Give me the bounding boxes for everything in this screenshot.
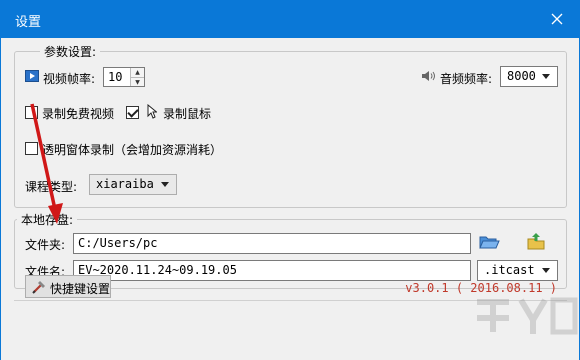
fps-spinner-buttons[interactable]: ▲ ▼ (130, 68, 144, 86)
extension-value: .itcast (484, 263, 535, 277)
folder-input[interactable]: C:/Users/pc (73, 233, 471, 254)
filename-input[interactable]: EV~2020.11.24~09.19.05 (73, 260, 471, 281)
audio-label: 音频频率: (440, 72, 493, 86)
folder-label: 文件夹: (25, 238, 66, 252)
watermark-logo (477, 297, 578, 335)
course-type-value: xiaraiba (96, 177, 154, 191)
speaker-icon (422, 71, 435, 81)
record-free-video-checkbox[interactable] (25, 106, 38, 119)
course-type-label: 课程类型: (25, 180, 78, 194)
params-group-title: 参数设置: (40, 43, 101, 60)
record-mouse-label[interactable]: 录制鼠标 (163, 105, 211, 122)
shortcut-settings-button[interactable]: 快捷键设置 (25, 275, 111, 298)
folder-up-icon (527, 233, 545, 250)
cursor-icon (147, 104, 157, 119)
fps-down-button[interactable]: ▼ (131, 77, 144, 86)
browse-folder-button[interactable] (478, 232, 502, 254)
tools-icon (32, 281, 45, 294)
window-title: 设置 (15, 15, 42, 30)
fps-value: 10 (108, 70, 123, 84)
record-free-video-label[interactable]: 录制免费视频 (42, 105, 114, 122)
fps-label: 视频帧率: (43, 72, 96, 86)
course-type-select[interactable]: xiaraiba (89, 174, 177, 195)
audio-value: 8000 (507, 69, 536, 83)
extension-select[interactable]: .itcast (477, 260, 558, 281)
chevron-down-icon (542, 268, 550, 273)
record-mouse-checkbox[interactable] (126, 106, 139, 119)
chevron-down-icon (161, 182, 169, 187)
video-icon (25, 70, 39, 82)
fps-spinner[interactable]: 10 ▲ ▼ (103, 67, 145, 87)
close-icon (551, 13, 563, 25)
shortcut-settings-label: 快捷键设置 (50, 282, 111, 296)
storage-group-title: 本地存盘: (17, 211, 78, 228)
fps-up-button[interactable]: ▲ (131, 68, 144, 77)
close-button[interactable] (534, 0, 580, 38)
title-bar: 设置 (0, 0, 580, 38)
open-folder-button[interactable] (525, 232, 549, 254)
transparent-window-checkbox[interactable] (25, 142, 38, 155)
settings-window: 参数设置: 视频帧率: 10 ▲ ▼ 音频频率: 8000 录制免费视频 录制鼠… (0, 38, 580, 360)
audio-select[interactable]: 8000 (500, 66, 558, 87)
chevron-down-icon (542, 74, 550, 79)
transparent-window-label[interactable]: 透明窗体录制（会增加资源消耗） (42, 141, 222, 158)
folder-value: C:/Users/pc (78, 236, 158, 250)
folder-open-icon (479, 236, 500, 249)
